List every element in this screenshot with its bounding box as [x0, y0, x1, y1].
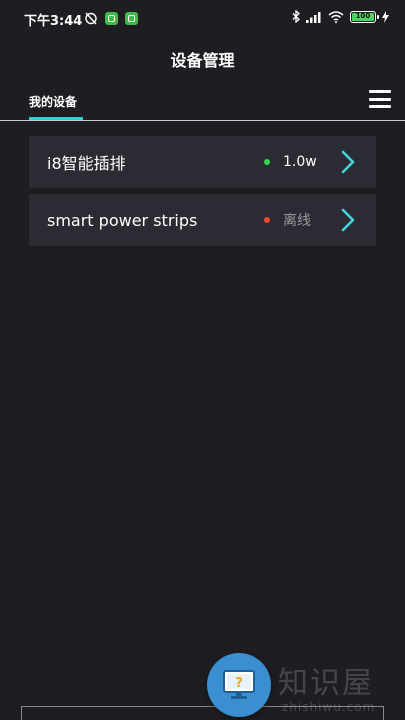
status-left-icons: [84, 11, 138, 25]
tab-my-devices[interactable]: 我的设备: [29, 93, 77, 110]
alarm-off-icon: [85, 12, 97, 25]
wifi-icon: [328, 10, 344, 23]
device-name: i8智能插排: [47, 154, 126, 173]
status-time: 下午3:44: [24, 14, 83, 29]
battery-icon: 100: [350, 10, 379, 23]
signal-icon: [306, 11, 321, 23]
status-bar: 下午3:44 100: [0, 0, 405, 38]
divider: [0, 120, 405, 121]
menu-icon[interactable]: [369, 88, 391, 110]
chevron-right-icon[interactable]: [340, 208, 356, 232]
device-row-i8[interactable]: i8智能插排 1.0w: [29, 136, 376, 188]
chevron-right-icon[interactable]: [340, 150, 356, 174]
status-right-icons: 100: [292, 10, 389, 23]
offline-status-dot: [264, 217, 270, 223]
device-status: 离线: [283, 213, 311, 229]
watermark-subtext: zhishiwu.com: [282, 700, 376, 714]
watermark-text: 知识屋: [278, 666, 374, 701]
app-notification-icon: [125, 11, 138, 25]
charging-icon: [382, 10, 389, 23]
battery-level: 100: [352, 12, 374, 21]
device-list: i8智能插排 1.0w smart power strips 离线: [29, 136, 376, 252]
bluetooth-icon: [292, 10, 300, 23]
app-notification-icon: [105, 11, 118, 25]
device-status: 1.0w: [283, 154, 317, 170]
svg-text:?: ?: [235, 676, 243, 691]
tab-bar: 我的设备: [0, 86, 405, 122]
help-monitor-icon: ?: [223, 670, 255, 699]
device-name: smart power strips: [47, 210, 198, 230]
help-button[interactable]: ?: [207, 653, 271, 717]
device-row-smart-power-strips[interactable]: smart power strips 离线: [29, 194, 376, 246]
page-title: 设备管理: [170, 51, 235, 70]
online-status-dot: [264, 159, 270, 165]
